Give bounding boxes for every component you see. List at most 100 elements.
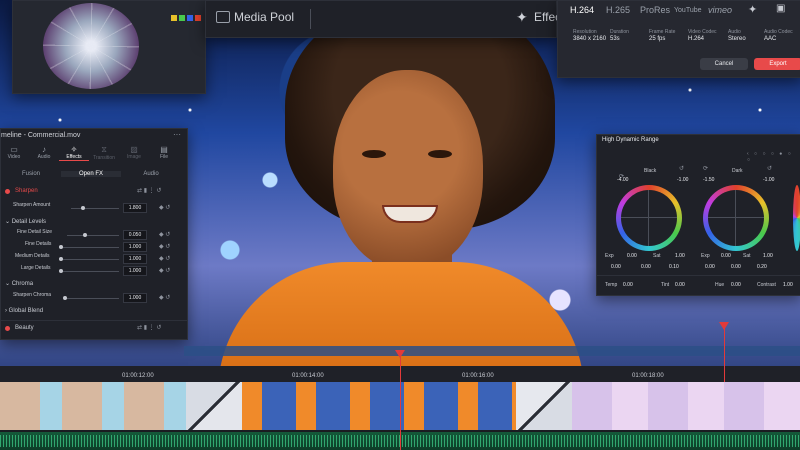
- codec-h264-tab[interactable]: H.264: [570, 5, 594, 15]
- sharpen-amount-slider[interactable]: [71, 208, 119, 209]
- tab-file[interactable]: ▤ File: [149, 145, 179, 160]
- sharpen-amount-reset-icon[interactable]: ◆ ↺: [159, 204, 170, 211]
- inspector-title: meline - Commercial.mov: [1, 132, 81, 139]
- codec-h265-tab[interactable]: H.265: [606, 5, 630, 15]
- tab-audio[interactable]: ♪ Audio: [29, 145, 59, 160]
- subtab-fusion[interactable]: Fusion: [1, 171, 61, 177]
- tab-audio-label: Audio: [37, 154, 51, 160]
- subtab-audio[interactable]: Audio: [121, 171, 181, 177]
- more-icon[interactable]: ▣: [776, 3, 785, 14]
- dark-sat-value[interactable]: 1.00: [763, 253, 773, 259]
- black-wheel-undo-icon[interactable]: ↺: [679, 165, 684, 172]
- sharpen-enable-icon[interactable]: [5, 189, 10, 194]
- contrast-value[interactable]: 1.00: [783, 282, 793, 288]
- sharpen-amount-field[interactable]: 1.800: [123, 203, 147, 213]
- clip-portrait-sweater[interactable]: [242, 382, 516, 430]
- fine-details-field[interactable]: 1.000: [123, 242, 147, 252]
- dark-y-value[interactable]: 0.00: [731, 264, 741, 270]
- black-x-value[interactable]: 0.00: [611, 264, 621, 270]
- tab-image[interactable]: ▨ Image: [119, 145, 149, 160]
- black-z-value[interactable]: 0.10: [669, 264, 679, 270]
- sharpen-chroma-knob[interactable]: [63, 296, 67, 300]
- youtube-tab[interactable]: YouTube: [674, 7, 702, 14]
- clip-transition-2[interactable]: [516, 382, 572, 430]
- global-blend-header[interactable]: › Global Blend: [5, 308, 43, 314]
- clip-fuji-title[interactable]: [572, 382, 800, 430]
- clip-portrait-smile[interactable]: [0, 382, 186, 430]
- large-details-slider[interactable]: [61, 271, 119, 272]
- next-color-wheel[interactable]: [793, 185, 800, 251]
- toolbar-divider: [310, 9, 311, 29]
- black-color-wheel[interactable]: [616, 185, 682, 251]
- fine-details-slider[interactable]: [61, 247, 119, 248]
- large-details-field[interactable]: 1.000: [123, 266, 147, 276]
- dark-x-value[interactable]: 0.00: [705, 264, 715, 270]
- sharpen-chroma-reset-icon[interactable]: ◆ ↺: [159, 294, 170, 301]
- hue-value[interactable]: 0.00: [731, 282, 741, 288]
- twitter-icon[interactable]: ✦: [748, 3, 757, 16]
- temp-value[interactable]: 0.00: [623, 282, 633, 288]
- dark-exp-value[interactable]: 0.00: [721, 253, 731, 259]
- video-codec-label: Video Codec: [688, 29, 717, 35]
- fine-details-knob[interactable]: [59, 245, 63, 249]
- fine-detail-size-slider[interactable]: [67, 235, 119, 236]
- large-details-knob[interactable]: [59, 269, 63, 273]
- tab-video[interactable]: ▭ Video: [0, 145, 29, 160]
- media-pool-button[interactable]: Media Pool: [234, 10, 294, 24]
- codec-prores-tab[interactable]: ProRes: [640, 5, 670, 15]
- chroma-header[interactable]: ⌄ Chroma: [5, 280, 33, 287]
- playhead-line[interactable]: [400, 350, 401, 450]
- dark-max-value: -1.00: [763, 177, 775, 183]
- medium-details-reset-icon[interactable]: ◆ ↺: [159, 255, 170, 262]
- sharpen-chroma-field[interactable]: 1.000: [123, 293, 147, 303]
- zone-dots-icon[interactable]: ‹ ○ ○ ○ ● ○ ○: [747, 151, 800, 163]
- large-details-reset-icon[interactable]: ◆ ↺: [159, 267, 170, 274]
- fine-detail-size-reset-icon[interactable]: ◆ ↺: [159, 231, 170, 238]
- sharpen-amount-knob[interactable]: [81, 206, 85, 210]
- vectorscope-grid: [43, 3, 139, 89]
- medium-details-field[interactable]: 1.000: [123, 254, 147, 264]
- vimeo-tab[interactable]: vimeo: [708, 5, 732, 15]
- dark-min-value: -1.50: [703, 177, 715, 183]
- dark-sat-label: Sat: [743, 253, 751, 259]
- inspector-panel: meline - Commercial.mov ··· ▭ Video ♪ Audi…: [0, 128, 188, 340]
- image-icon: ▨: [130, 145, 138, 154]
- beauty-controls-icon[interactable]: ⇄ ▮ ⋮ ↺: [137, 324, 161, 331]
- fine-detail-size-knob[interactable]: [83, 233, 87, 237]
- tab-transition-label: Transition: [93, 155, 115, 161]
- clip-transition-1[interactable]: [186, 382, 242, 430]
- black-y-value[interactable]: 0.00: [641, 264, 651, 270]
- black-sat-label: Sat: [653, 253, 661, 259]
- black-sat-value[interactable]: 1.00: [675, 253, 685, 259]
- playhead-secondary-line[interactable]: [724, 322, 725, 382]
- export-panel: H.264 H.265 ProRes YouTube vimeo ✦ ▣ Res…: [557, 0, 800, 78]
- resolution-value: 3840 x 2160: [573, 36, 607, 42]
- medium-details-knob[interactable]: [59, 257, 63, 261]
- dark-color-wheel[interactable]: [703, 185, 769, 251]
- cancel-button[interactable]: Cancel: [700, 58, 748, 70]
- hue-label: Hue: [715, 282, 725, 288]
- beauty-enable-icon[interactable]: [5, 326, 10, 331]
- tab-effects[interactable]: ✧ Effects: [59, 145, 89, 161]
- fine-details-reset-icon[interactable]: ◆ ↺: [159, 243, 170, 250]
- temp-label: Temp: [605, 282, 618, 288]
- media-pool-icon[interactable]: [216, 11, 230, 23]
- detail-levels-header[interactable]: ⌄ Detail Levels: [5, 218, 46, 225]
- sharpen-chroma-slider[interactable]: [65, 298, 119, 299]
- audio-codec-value: AAC: [764, 36, 777, 42]
- more-options-icon[interactable]: ···: [173, 130, 181, 139]
- black-exp-value[interactable]: 0.00: [627, 253, 637, 259]
- dark-z-value[interactable]: 0.20: [757, 264, 767, 270]
- dark-wheel-undo-icon[interactable]: ↺: [767, 165, 772, 172]
- vectorscope-panel: [12, 0, 206, 94]
- export-button[interactable]: Export: [754, 58, 800, 70]
- effect-controls-icon[interactable]: ⇄ ▮ ⋮ ↺: [137, 187, 161, 194]
- tab-transition[interactable]: ⧖ Transition: [89, 145, 119, 161]
- dark-wheel-reset-icon[interactable]: ⟳: [703, 165, 708, 172]
- subtab-open-fx[interactable]: Open FX: [61, 171, 121, 177]
- medium-details-slider[interactable]: [61, 259, 119, 260]
- effects-icon[interactable]: ✦: [516, 9, 528, 26]
- fine-detail-size-field[interactable]: 0.050: [123, 230, 147, 240]
- sharpen-chroma-label: Sharpen Chroma: [13, 292, 52, 298]
- tint-value[interactable]: 0.00: [675, 282, 685, 288]
